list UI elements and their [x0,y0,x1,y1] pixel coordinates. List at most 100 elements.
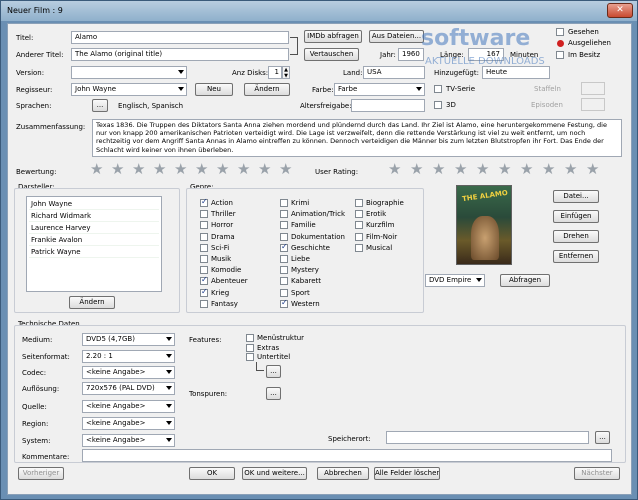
titel-input[interactable]: Alamo [71,31,289,44]
cover-source-select[interactable]: DVD Empire [425,274,485,287]
regisseur-neu-button[interactable]: Neu [195,83,233,96]
genre-checkbox[interactable] [200,232,208,241]
star-icon[interactable]: ★ [410,162,423,177]
laenge-input[interactable]: 167 [468,48,504,61]
genre-checkbox[interactable] [355,210,363,219]
close-button[interactable]: ✕ [607,3,633,18]
altersfreigabe-input[interactable] [351,99,425,112]
entfernen-button[interactable]: Entfernen [553,250,599,263]
datei-button[interactable]: Datei... [553,190,599,203]
drehen-button[interactable]: Drehen [553,230,599,243]
star-icon[interactable]: ★ [195,162,208,177]
star-icon[interactable]: ★ [564,162,577,177]
jahr-input[interactable]: 1960 [398,48,424,61]
anderer-titel-input[interactable]: The Alamo (original title) [71,48,289,61]
kommentare-input[interactable] [82,449,612,462]
vertauschen-button[interactable]: Vertauschen [304,48,359,61]
user-rating-stars[interactable]: ★ ★ ★ ★ ★ ★ ★ ★ ★ ★ [388,162,628,180]
gesehen-checkbox[interactable] [556,28,564,36]
actor-list-item[interactable]: Laurence Harvey [29,223,159,234]
star-icon[interactable]: ★ [498,162,511,177]
genre-checkbox[interactable] [280,232,288,241]
star-icon[interactable]: ★ [216,162,229,177]
bewertung-stars[interactable]: ★ ★ ★ ★ ★ ★ ★ ★ ★ ★ [90,162,310,180]
star-icon[interactable]: ★ [520,162,533,177]
ok-und-weitere-button[interactable]: OK und weitere... [242,467,307,480]
genre-checkbox[interactable] [280,221,288,230]
anz-disks-input[interactable]: 1 [268,66,282,79]
star-icon[interactable]: ★ [174,162,187,177]
imdb-abfragen-button[interactable]: IMDb abfragen [304,30,362,43]
actor-list-item[interactable]: Frankie Avalon [29,235,159,246]
genre-checkbox[interactable] [200,197,208,207]
star-icon[interactable]: ★ [111,162,124,177]
genre-checkbox[interactable] [280,242,288,252]
land-input[interactable]: USA [363,66,425,79]
farbe-select[interactable]: Farbe [334,83,425,96]
genre-checkbox[interactable] [280,210,288,219]
regisseur-aendern-button[interactable]: Ändern [244,83,290,96]
genre-checkbox[interactable] [280,266,288,275]
star-icon[interactable]: ★ [454,162,467,177]
star-icon[interactable]: ★ [476,162,489,177]
vorheriger-button[interactable]: Vorheriger [18,467,64,480]
genre-checkbox[interactable] [280,288,288,297]
actor-list-item[interactable]: Richard Widmark [29,211,159,222]
feature-checkbox[interactable] [246,353,254,361]
genre-checkbox[interactable] [200,255,208,263]
genre-checkbox[interactable] [200,210,208,219]
genre-checkbox[interactable] [200,221,208,230]
genre-checkbox[interactable] [200,266,208,275]
aufloesung-select[interactable]: 720x576 (PAL DVD) [82,382,175,395]
genre-checkbox[interactable] [280,199,288,207]
tv-serie-checkbox[interactable] [434,85,442,93]
version-select[interactable] [71,66,187,79]
system-select[interactable]: <keine Angabe> [82,434,175,447]
sprachen-dots-button[interactable]: ... [92,99,108,112]
star-icon[interactable]: ★ [432,162,445,177]
3d-checkbox[interactable] [434,101,442,109]
im-besitz-checkbox[interactable] [556,51,564,59]
star-icon[interactable]: ★ [258,162,271,177]
seitenformat-select[interactable]: 2.20 : 1 [82,350,175,363]
actor-list-item[interactable]: John Wayne [29,199,159,210]
feature-checkbox[interactable] [246,343,254,352]
star-icon[interactable]: ★ [542,162,555,177]
medium-select[interactable]: DVD5 (4,7GB) [82,333,175,346]
genre-checkbox[interactable] [200,243,208,252]
naechster-button[interactable]: Nächster [574,467,620,480]
quelle-select[interactable]: <keine Angabe> [82,400,175,413]
regisseur-select[interactable]: John Wayne [71,83,187,96]
genre-checkbox[interactable] [355,221,363,230]
star-icon[interactable]: ★ [132,162,145,177]
ausgeliehen-indicator-icon[interactable] [557,40,564,47]
abbrechen-button[interactable]: Abbrechen [317,467,369,480]
star-icon[interactable]: ★ [388,162,401,177]
darsteller-list[interactable]: John Wayne Richard Widmark Laurence Harvey… [26,196,162,292]
speicherort-input[interactable] [386,431,589,444]
star-icon[interactable]: ★ [237,162,250,177]
einfuegen-button[interactable]: Einfügen [553,210,599,223]
speicherort-dots-button[interactable]: ... [595,431,610,444]
region-select[interactable]: <keine Angabe> [82,417,175,430]
genre-checkbox[interactable] [355,243,363,252]
tonspuren-dots-button[interactable]: ... [266,387,281,400]
star-icon[interactable]: ★ [153,162,166,177]
features-dots-button[interactable]: ... [266,365,281,378]
star-icon[interactable]: ★ [90,162,103,177]
alle-felder-loeschen-button[interactable]: Alle Felder löschen [374,467,440,480]
codec-select[interactable]: <keine Angabe> [82,366,175,379]
hinzugefuegt-input[interactable]: Heute [482,66,550,79]
actor-list-item[interactable]: Patrick Wayne [29,247,159,258]
feature-checkbox[interactable] [246,334,254,342]
zusammenfassung-textarea[interactable]: Texas 1836. Die Truppen des Diktators Sa… [92,119,622,157]
ok-button[interactable]: OK [189,467,235,480]
genre-checkbox[interactable] [355,199,363,207]
genre-checkbox[interactable] [200,275,208,286]
star-icon[interactable]: ★ [279,162,292,177]
genre-checkbox[interactable] [200,287,208,297]
aus-dateien-button[interactable]: Aus Dateien... [369,30,424,43]
genre-checkbox[interactable] [280,298,288,308]
genre-checkbox[interactable] [280,277,288,286]
genre-checkbox[interactable] [280,255,288,263]
